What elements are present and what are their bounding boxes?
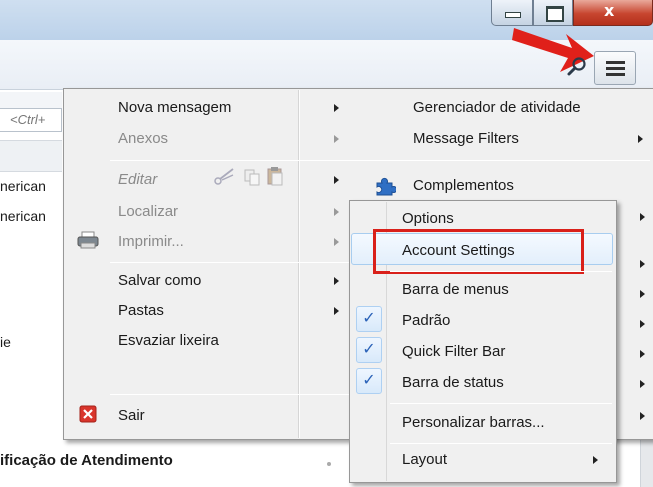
search-icon[interactable] [566, 55, 588, 79]
menu-separator [305, 160, 650, 161]
annotation-highlight-box [373, 229, 584, 274]
chevron-right-icon [334, 277, 339, 285]
app-menu-button[interactable] [594, 51, 636, 85]
menu-item-imprimir[interactable]: Imprimir... [118, 228, 350, 256]
chevron-right-icon [640, 350, 645, 358]
chevron-right-icon [334, 208, 339, 216]
chevron-right-icon [638, 135, 643, 143]
chevron-right-icon [334, 238, 339, 246]
chevron-right-icon [640, 412, 645, 420]
exit-icon [79, 405, 97, 423]
menu-separator [390, 403, 612, 404]
chevron-right-icon [640, 213, 645, 221]
menu-item-sair[interactable]: Sair [118, 402, 318, 430]
submenu-item-quick-filter-bar[interactable]: Quick Filter Bar [402, 338, 602, 366]
menu-separator [110, 262, 350, 263]
menu-item-label: Salvar como [118, 272, 202, 289]
chevron-right-icon [640, 290, 645, 298]
chevron-right-icon [334, 176, 339, 184]
edit-scissors-icon [214, 168, 234, 185]
menu-item-label: Padrão [402, 312, 451, 329]
menu-item-gerenciador-de-atividade[interactable]: Gerenciador de atividade [413, 94, 648, 122]
checkmark-icon: ✓ [356, 306, 382, 332]
checkmark-icon: ✓ [356, 337, 382, 363]
scrollbar[interactable] [640, 438, 653, 487]
menu-item-label: Esvaziar lixeira [118, 332, 219, 349]
chevron-right-icon [334, 135, 339, 143]
menu-item-label: Personalizar barras... [402, 414, 545, 431]
list-item[interactable]: ificação de Atendimento [0, 452, 173, 469]
menu-item-label: Barra de menus [402, 281, 509, 298]
menu-item-label: Anexos [118, 130, 169, 147]
hamburger-menu-icon [606, 61, 625, 64]
submenu-item-personalizar-barras[interactable]: Personalizar barras... [402, 409, 602, 437]
menu-item-label: Localizar [118, 203, 179, 220]
chevron-right-icon [640, 320, 645, 328]
list-item[interactable]: nerican [0, 178, 46, 194]
submenu-item-barra-de-menus[interactable]: Barra de menus [402, 276, 602, 304]
menu-item-label: Sair [118, 407, 145, 424]
chevron-right-icon [334, 307, 339, 315]
menu-item-label: Message Filters [413, 130, 519, 147]
quick-filter-input[interactable]: <Ctrl+ [0, 108, 62, 132]
menu-item-label: Pastas [118, 302, 164, 319]
menu-separator [390, 443, 612, 444]
column-header [0, 140, 62, 172]
menu-item-label: Layout [402, 451, 448, 468]
printer-icon [77, 231, 99, 249]
chevron-right-icon [334, 104, 339, 112]
menu-item-salvar-como[interactable]: Salvar como [118, 267, 350, 295]
paste-icon [267, 167, 283, 186]
menu-separator [110, 394, 350, 395]
chevron-right-icon [640, 380, 645, 388]
chevron-right-icon [593, 456, 598, 464]
submenu-item-padrao[interactable]: Padrão [402, 307, 602, 335]
menu-item-message-filters[interactable]: Message Filters [413, 125, 648, 153]
menu-item-esvaziar-lixeira[interactable]: Esvaziar lixeira [118, 327, 318, 355]
menu-item-anexos[interactable]: Anexos [118, 125, 350, 153]
menu-item-complementos[interactable]: Complementos [413, 172, 613, 200]
menu-item-label: Gerenciador de atividade [413, 99, 581, 116]
menu-separator [390, 271, 612, 272]
menu-item-label: Complementos [413, 177, 514, 194]
menu-item-label: Editar [118, 171, 158, 188]
hamburger-menu-icon-bar [606, 67, 625, 70]
menu-item-label: Quick Filter Bar [402, 343, 506, 360]
submenu-item-layout[interactable]: Layout [402, 446, 602, 474]
menu-item-label: Imprimir... [118, 233, 184, 250]
menu-item-localizar[interactable]: Localizar [118, 198, 350, 226]
list-item[interactable]: ie [0, 334, 11, 350]
hamburger-menu-icon-bar [606, 73, 625, 76]
status-dot [327, 462, 331, 466]
menu-item-pastas[interactable]: Pastas [118, 297, 350, 325]
copy-icon [244, 169, 260, 186]
puzzle-piece-icon [376, 177, 396, 196]
submenu-item-barra-de-status[interactable]: Barra de status [402, 369, 602, 397]
list-item[interactable]: nerican [0, 208, 46, 224]
checkmark-icon: ✓ [356, 368, 382, 394]
menu-item-label: Nova mensagem [118, 99, 232, 116]
menu-item-label: Barra de status [402, 374, 504, 391]
menu-item-nova-mensagem[interactable]: Nova mensagem [118, 94, 350, 122]
chevron-right-icon [640, 260, 645, 268]
